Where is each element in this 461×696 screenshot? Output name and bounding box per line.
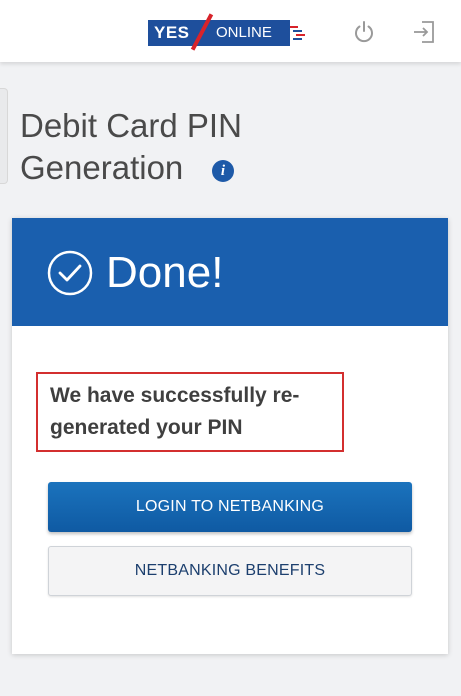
login-to-netbanking-button[interactable]: LOGIN TO NETBANKING <box>48 482 412 532</box>
status-title: Done! <box>106 248 224 297</box>
logo-online-text: ONLINE <box>204 20 290 46</box>
side-drawer-tab[interactable] <box>0 88 8 184</box>
logout-icon[interactable] <box>410 18 438 46</box>
success-banner: Done! <box>12 218 448 326</box>
header: YES ONLINE <box>0 0 461 62</box>
info-icon[interactable]: i <box>212 160 234 182</box>
success-message-highlight: We have successfully re-generated your P… <box>36 372 344 452</box>
success-message: We have successfully re-generated your P… <box>50 384 300 439</box>
result-card: Done! We have successfully re-generated … <box>12 218 448 654</box>
logo-arrows-icon <box>290 26 305 40</box>
netbanking-benefits-button[interactable]: NETBANKING BENEFITS <box>48 546 412 596</box>
check-circle-icon <box>47 250 93 296</box>
page: YES ONLINE Debit Card PIN Generation i D… <box>0 0 461 696</box>
power-icon[interactable] <box>350 18 378 46</box>
page-title: Debit Card PIN Generation <box>20 107 242 186</box>
yes-online-logo[interactable]: YES ONLINE <box>148 13 305 51</box>
